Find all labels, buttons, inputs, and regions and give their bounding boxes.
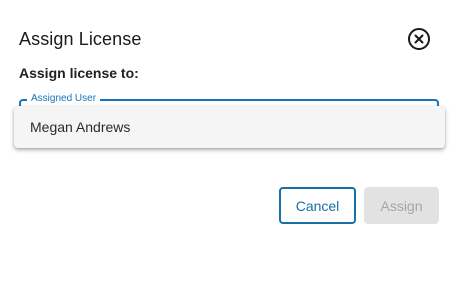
assign-button[interactable]: Assign: [364, 187, 439, 224]
close-x-glyph: [414, 34, 424, 44]
close-icon[interactable]: [408, 28, 430, 50]
dialog-title: Assign License: [19, 29, 142, 49]
user-dropdown-menu: Megan Andrews: [14, 106, 445, 148]
dropdown-option-user[interactable]: Megan Andrews: [14, 106, 445, 148]
assigned-user-field-label: Assigned User: [27, 93, 101, 105]
cancel-button[interactable]: Cancel: [279, 187, 356, 224]
assign-license-to-label: Assign license to:: [19, 65, 139, 81]
assign-license-dialog: Assign License Assign license to: Assign…: [0, 0, 460, 308]
